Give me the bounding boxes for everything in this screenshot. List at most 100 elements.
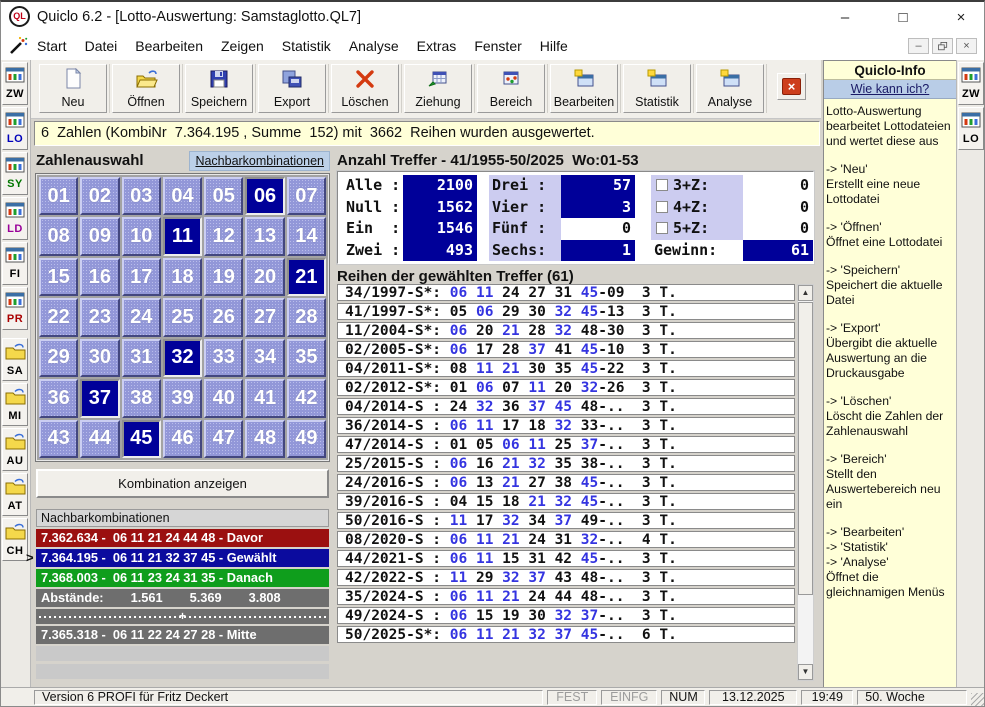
number-cell-05[interactable]: 05 (204, 177, 243, 215)
result-row[interactable]: 24/2016-S : 06 13 21 27 38 45-.. 3 T. (337, 474, 795, 491)
number-cell-25[interactable]: 25 (163, 298, 202, 336)
show-combination-button[interactable]: Kombination anzeigen (36, 469, 329, 498)
toolbar-button-bereich[interactable]: Bereich (477, 64, 545, 113)
toolbar-button-speichern[interactable]: Speichern (185, 64, 253, 113)
neighbor-row[interactable]: 7.362.634 - 06 11 21 24 44 48 - Davor (36, 529, 329, 547)
mdi-restore-button[interactable] (932, 38, 953, 54)
result-row[interactable]: 50/2016-S : 11 17 32 34 37 49-.. 3 T. (337, 512, 795, 529)
neighbor-row[interactable]: 7.368.003 - 06 11 23 24 31 35 - Danach (36, 569, 329, 587)
number-cell-23[interactable]: 23 (80, 298, 119, 336)
menu-item-datei[interactable]: Datei (85, 38, 118, 54)
number-cell-10[interactable]: 10 (122, 217, 161, 255)
number-cell-06[interactable]: 06 (245, 177, 284, 215)
result-row[interactable]: 44/2021-S : 06 11 15 31 42 45-.. 3 T. (337, 550, 795, 567)
menu-item-zeigen[interactable]: Zeigen (221, 38, 264, 54)
result-row[interactable]: 39/2016-S : 04 15 18 21 32 45-.. 3 T. (337, 493, 795, 510)
number-cell-04[interactable]: 04 (163, 177, 202, 215)
resize-grip[interactable] (971, 693, 984, 706)
result-row[interactable]: 50/2025-S*: 06 11 21 32 37 45-.. 6 T. (337, 626, 795, 643)
number-cell-21[interactable]: 21 (287, 258, 326, 296)
number-cell-29[interactable]: 29 (39, 339, 78, 377)
number-cell-45[interactable]: 45 (122, 420, 161, 458)
number-cell-35[interactable]: 35 (287, 339, 326, 377)
number-cell-03[interactable]: 03 (122, 177, 161, 215)
result-row[interactable]: 11/2004-S*: 06 20 21 28 32 48-30 3 T. (337, 322, 795, 339)
result-row[interactable]: 08/2020-S : 06 11 21 24 31 32-.. 4 T. (337, 531, 795, 548)
maximize-button[interactable]: □ (894, 9, 912, 26)
result-row[interactable]: 42/2022-S : 11 29 32 37 43 48-.. 3 T. (337, 569, 795, 586)
menu-item-statistik[interactable]: Statistik (282, 38, 331, 54)
sidebar-button-lo[interactable]: LO (2, 107, 28, 150)
sidebar-button-lo[interactable]: LO (958, 107, 984, 150)
scroll-down-icon[interactable]: ▼ (798, 664, 813, 680)
minimize-button[interactable]: – (836, 9, 854, 26)
number-cell-09[interactable]: 09 (80, 217, 119, 255)
toolbar-button-neu[interactable]: Neu (39, 64, 107, 113)
number-cell-41[interactable]: 41 (245, 379, 284, 417)
toolbar-button-export[interactable]: Export (258, 64, 326, 113)
number-cell-17[interactable]: 17 (122, 258, 161, 296)
toolbar-button-löschen[interactable]: Löschen (331, 64, 399, 113)
number-cell-37[interactable]: 37 (80, 379, 119, 417)
result-row[interactable]: 25/2015-S : 06 16 21 32 35 38-.. 3 T. (337, 455, 795, 472)
neighbor-row-current[interactable]: 7.364.195 - 06 11 21 32 37 45 - Gewählt (36, 549, 329, 567)
sidebar-button-mi[interactable]: MI (2, 383, 28, 426)
sidebar-button-sy[interactable]: SY (2, 152, 28, 195)
number-cell-34[interactable]: 34 (245, 339, 284, 377)
number-cell-40[interactable]: 40 (204, 379, 243, 417)
result-row[interactable]: 02/2005-S*: 06 17 28 37 41 45-10 3 T. (337, 341, 795, 358)
number-cell-24[interactable]: 24 (122, 298, 161, 336)
neighbor-combinations-link[interactable]: Nachbarkombinationen (189, 151, 330, 171)
number-cell-13[interactable]: 13 (245, 217, 284, 255)
number-cell-16[interactable]: 16 (80, 258, 119, 296)
number-cell-31[interactable]: 31 (122, 339, 161, 377)
number-cell-11[interactable]: 11 (163, 217, 202, 255)
menu-item-bearbeiten[interactable]: Bearbeiten (135, 38, 203, 54)
mdi-minimize-button[interactable]: – (908, 38, 929, 54)
number-cell-18[interactable]: 18 (163, 258, 202, 296)
checkbox[interactable] (656, 179, 668, 191)
number-cell-28[interactable]: 28 (287, 298, 326, 336)
number-cell-12[interactable]: 12 (204, 217, 243, 255)
number-cell-49[interactable]: 49 (287, 420, 326, 458)
number-cell-01[interactable]: 01 (39, 177, 78, 215)
number-cell-22[interactable]: 22 (39, 298, 78, 336)
number-cell-42[interactable]: 42 (287, 379, 326, 417)
sidebar-button-ld[interactable]: LD (2, 197, 28, 240)
toolbar-button-öffnen[interactable]: Öffnen (112, 64, 180, 113)
result-row[interactable]: 36/2014-S : 06 11 17 18 32 33-.. 3 T. (337, 417, 795, 434)
menu-item-fenster[interactable]: Fenster (474, 38, 521, 54)
toolbar-button-statistik[interactable]: Statistik (623, 64, 691, 113)
sidebar-button-pr[interactable]: PR (2, 287, 28, 330)
number-cell-20[interactable]: 20 (245, 258, 284, 296)
result-row[interactable]: 02/2012-S*: 01 06 07 11 20 32-26 3 T. (337, 379, 795, 396)
range-slider[interactable]: + (36, 609, 329, 624)
number-cell-46[interactable]: 46 (163, 420, 202, 458)
result-row[interactable]: 04/2011-S*: 08 11 21 30 35 45-22 3 T. (337, 360, 795, 377)
number-cell-32[interactable]: 32 (163, 339, 202, 377)
checkbox[interactable] (656, 222, 668, 234)
number-cell-30[interactable]: 30 (80, 339, 119, 377)
number-cell-15[interactable]: 15 (39, 258, 78, 296)
menu-item-hilfe[interactable]: Hilfe (540, 38, 568, 54)
sidebar-button-au[interactable]: AU (2, 428, 28, 471)
number-cell-36[interactable]: 36 (39, 379, 78, 417)
sidebar-button-zw[interactable]: ZW (958, 62, 984, 105)
scrollbar-thumb[interactable] (798, 302, 813, 595)
number-cell-14[interactable]: 14 (287, 217, 326, 255)
result-row[interactable]: 34/1997-S*: 06 11 24 27 31 45-09 3 T. (337, 284, 795, 301)
number-cell-39[interactable]: 39 (163, 379, 202, 417)
number-cell-38[interactable]: 38 (122, 379, 161, 417)
result-row[interactable]: 47/2014-S : 01 05 06 11 25 37-.. 3 T. (337, 436, 795, 453)
menu-item-extras[interactable]: Extras (417, 38, 457, 54)
sidebar-button-sa[interactable]: SA (2, 338, 28, 381)
scroll-up-icon[interactable]: ▲ (798, 285, 813, 301)
vertical-scrollbar[interactable]: ▲ ▼ (797, 284, 814, 681)
sidebar-button-zw[interactable]: ZW (2, 62, 28, 105)
checkbox[interactable] (656, 201, 668, 213)
sidebar-button-ch[interactable]: CH (2, 518, 28, 561)
result-row[interactable]: 41/1997-S*: 05 06 29 30 32 45-13 3 T. (337, 303, 795, 320)
number-cell-27[interactable]: 27 (245, 298, 284, 336)
number-cell-07[interactable]: 07 (287, 177, 326, 215)
number-cell-47[interactable]: 47 (204, 420, 243, 458)
